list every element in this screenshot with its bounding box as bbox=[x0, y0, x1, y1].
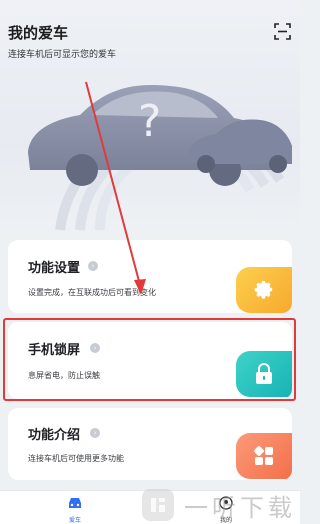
tab-label: 爱车 bbox=[68, 517, 81, 524]
watermark-text: 一听下载 bbox=[184, 493, 296, 522]
watermark: 一听下载 bbox=[140, 486, 300, 524]
tab-car[interactable]: 爱车 bbox=[55, 495, 95, 524]
annotation-arrow bbox=[85, 81, 146, 295]
car-icon bbox=[69, 498, 81, 508]
watermark-logo bbox=[142, 489, 174, 521]
